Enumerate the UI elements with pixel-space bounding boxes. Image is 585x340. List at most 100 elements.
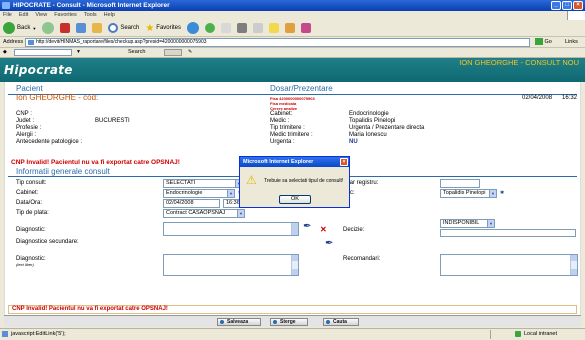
patient-name: Ion GHEORGHE - cod: <box>16 93 99 102</box>
pencil-icon[interactable]: ✎ <box>188 49 192 55</box>
required-marker-icon: ✱ <box>500 190 505 196</box>
menu-bar: File Edit View Favorites Tools Help <box>0 11 585 20</box>
cabinet-select[interactable]: Endocrinologie ▼ <box>163 189 235 198</box>
alergii-label: Alergii : <box>16 132 37 138</box>
edit-icon[interactable] <box>252 23 263 33</box>
delete-button[interactable]: Sterge <box>270 318 308 326</box>
medic-select[interactable]: Topalidis Pinelopi ▼ <box>440 189 497 198</box>
chevron-down-icon[interactable]: ▼ <box>76 49 81 55</box>
toolbar-options-icon[interactable] <box>164 49 182 56</box>
toolbar-search-button[interactable]: Search <box>128 49 145 55</box>
dosar-medic-value: Topalidis Pinelopi <box>349 118 396 124</box>
toolbar-logo-icon: ◆ <box>3 49 7 55</box>
app-logo: Hipocrate <box>4 63 73 77</box>
delete-diagnostic-icon[interactable]: ✕ <box>320 225 327 234</box>
chevron-down-icon: ▼ <box>32 25 37 31</box>
go-button[interactable]: Go <box>535 38 552 45</box>
dosar-medic-label: Medic : <box>270 118 290 124</box>
chevron-down-icon: ▼ <box>489 190 496 197</box>
windows-logo-icon <box>567 11 585 20</box>
search-button[interactable]: Search <box>108 23 139 33</box>
maximize-button[interactable]: □ <box>562 1 572 10</box>
search-icon <box>108 23 119 33</box>
menu-favorites[interactable]: Favorites <box>54 11 77 20</box>
close-window-button[interactable]: × <box>573 1 583 10</box>
minimize-button[interactable]: _ <box>551 1 561 10</box>
links-toolbar: ◆ ▼ Search ✎ <box>0 48 585 58</box>
page-icon <box>28 40 34 45</box>
dialog-close-button[interactable]: × <box>340 158 348 166</box>
status-divider <box>490 330 491 339</box>
recomandari-scrollbar[interactable] <box>570 255 577 275</box>
user-label: ION GHEORGHE - CONSULT NOU <box>459 58 579 67</box>
menu-tools[interactable]: Tools <box>84 11 97 20</box>
page-status-icon <box>2 331 8 337</box>
dosar-medic-trimitere-value: Maria Ionescu <box>349 132 387 138</box>
star-icon: ★ <box>145 22 155 34</box>
diagnostic-textarea[interactable] <box>163 222 299 236</box>
ok-button[interactable]: OK <box>279 195 311 204</box>
diagnostic-text-textarea[interactable] <box>163 254 299 276</box>
data-input[interactable]: 02/04/2008 <box>163 199 220 208</box>
warning-icon: ⚠ <box>246 173 257 187</box>
refresh-icon[interactable] <box>76 23 87 33</box>
decizie-select[interactable]: INDISPONIBIL ▼ <box>440 219 495 228</box>
decizie-label: Decizie: <box>343 227 365 233</box>
diagnostic-scrollbar[interactable] <box>291 223 298 235</box>
profesie-label: Profesie : <box>16 125 42 131</box>
menu-edit[interactable]: Edit <box>19 11 28 20</box>
edit-diagnostic-icon[interactable]: ✒ <box>303 221 311 232</box>
tip-consult-select[interactable]: SELECTATI ▼ <box>163 179 243 188</box>
edit-secondary-diagnostic-icon[interactable]: ✒ <box>325 238 333 249</box>
back-arrow-icon <box>3 22 15 34</box>
window-titlebar: HIPOCRATE - Consult - Microsoft Internet… <box>0 0 585 11</box>
forward-arrow-icon[interactable] <box>42 22 55 34</box>
menu-help[interactable]: Help <box>104 11 115 20</box>
judet-value: BUCURESTI <box>95 118 130 124</box>
tip-consult-label: Tip consult: <box>16 180 47 186</box>
alert-dialog: Microsoft Internet Explorer × ⚠ Trebuie … <box>239 156 350 208</box>
dosar-tip-trimitere-label: Tip trimitere : <box>270 125 305 131</box>
toolbar-search-input[interactable] <box>14 49 72 56</box>
diagnostic-label: Diagnostic: <box>16 227 46 233</box>
antecedente-label: Antecedente patologice : <box>16 139 83 145</box>
bottom-cnp-warning: CNP Invalid! Pacientul nu va fi exportat… <box>12 306 168 312</box>
dialog-message: Trebuie sa selectati tipul de consult! <box>264 178 344 184</box>
address-input[interactable]: http://devit/HINMAS_raportare/files/chec… <box>25 38 530 47</box>
action-bar: Salveaza Sterge Cauta <box>4 315 581 327</box>
recomandari-textarea[interactable] <box>440 254 578 276</box>
history-icon[interactable] <box>204 23 215 33</box>
save-button[interactable]: Salveaza <box>217 318 261 326</box>
back-button[interactable]: Back ▼ <box>3 22 36 34</box>
dosar-medic-trimitere-label: Medic trimitere : <box>270 132 313 138</box>
patient-header: Pacient <box>16 84 43 93</box>
media-icon[interactable] <box>186 22 199 34</box>
intranet-icon <box>515 331 521 337</box>
stop-icon[interactable] <box>60 23 71 33</box>
tip-plata-select[interactable]: Contract CASAOPSNAJ ▼ <box>163 209 245 218</box>
folder-icon[interactable] <box>268 23 279 33</box>
search-button-app[interactable]: Cauta <box>323 318 359 326</box>
cnp-label: CNP : <box>16 111 32 117</box>
messenger-icon[interactable] <box>284 23 295 33</box>
diagnostic-text-hint: (text liber) <box>16 262 34 267</box>
diagnostice-secundare-label: Diagnostice secundare: <box>16 239 79 245</box>
recomandari-label: Recomandari: <box>343 256 381 262</box>
dosar-date: 02/04/2008 <box>522 95 553 101</box>
diagnostic-text-scrollbar[interactable] <box>291 255 298 275</box>
decizie-details-input[interactable] <box>440 229 576 237</box>
dosar-urgenta-label: Urgenta : <box>270 139 295 145</box>
links-label[interactable]: Links <box>565 39 578 45</box>
print-icon[interactable] <box>236 23 247 33</box>
go-arrow-icon <box>535 38 543 45</box>
mail-icon[interactable] <box>220 23 231 33</box>
home-icon[interactable] <box>92 23 103 33</box>
numar-registru-input[interactable] <box>440 179 480 188</box>
research-icon[interactable] <box>300 23 311 33</box>
data-ora-label: Data/Ora: <box>16 200 43 206</box>
favorites-button[interactable]: ★ Favorites <box>145 23 181 34</box>
dosar-urgenta-value: NU <box>349 139 358 145</box>
menu-file[interactable]: File <box>3 11 12 20</box>
app-banner: Hipocrate ION GHEORGHE - CONSULT NOU <box>0 58 585 82</box>
menu-view[interactable]: View <box>35 11 47 20</box>
